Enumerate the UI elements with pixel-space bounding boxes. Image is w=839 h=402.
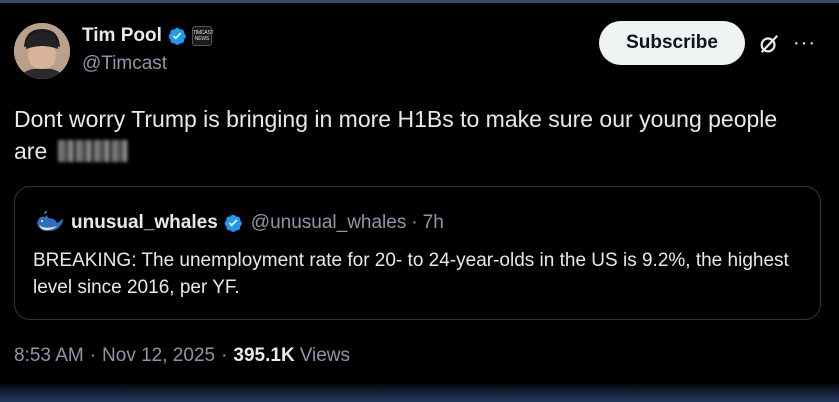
subscribe-button[interactable]: Subscribe: [599, 21, 745, 65]
quote-separator: ·: [411, 212, 418, 233]
author-handle[interactable]: @Timcast: [82, 53, 167, 75]
quote-author-handle[interactable]: @unusual_whales: [251, 212, 407, 234]
post-date[interactable]: Nov 12, 2025: [102, 345, 215, 367]
tweet-text: Dont worry Trump is bringing in more H1B…: [14, 103, 814, 167]
whale-icon: [37, 211, 63, 231]
more-icon[interactable]: ···: [793, 33, 816, 53]
grok-icon[interactable]: [758, 33, 780, 55]
redacted-word: [57, 140, 128, 162]
verified-badge-icon: [224, 214, 242, 232]
quote-header: unusual_whales @unusual_whales · 7h: [35, 211, 444, 235]
quote-text: BREAKING: The unemployment rate for 20- …: [33, 250, 789, 298]
quote-timestamp[interactable]: 7h: [423, 212, 444, 234]
meta-separator: ·: [221, 345, 228, 366]
author-avatar[interactable]: [14, 23, 70, 79]
author-name-row: Tim Pool TIMCAST NEWS: [82, 25, 214, 47]
verified-badge-icon: [168, 27, 186, 45]
post-time[interactable]: 8:53 AM: [14, 345, 84, 367]
tweet-body: Dont worry Trump is bringing in more H1B…: [14, 106, 778, 164]
views-label: Views: [299, 345, 351, 366]
tweet-card: Tim Pool TIMCAST NEWS @Timcast Subscribe…: [0, 0, 839, 402]
tweet-meta: 8:53 AM · Nov 12, 2025 · 395.1K Views: [14, 345, 350, 367]
views-count[interactable]: 395.1K: [233, 345, 294, 367]
quoted-tweet[interactable]: unusual_whales @unusual_whales · 7h BREA…: [14, 186, 821, 320]
meta-separator: ·: [89, 345, 97, 366]
author-display-name[interactable]: Tim Pool: [82, 25, 162, 47]
affiliate-badge[interactable]: TIMCAST NEWS: [191, 26, 214, 46]
quote-author-name[interactable]: unusual_whales: [71, 212, 218, 234]
background-band: [0, 384, 839, 402]
